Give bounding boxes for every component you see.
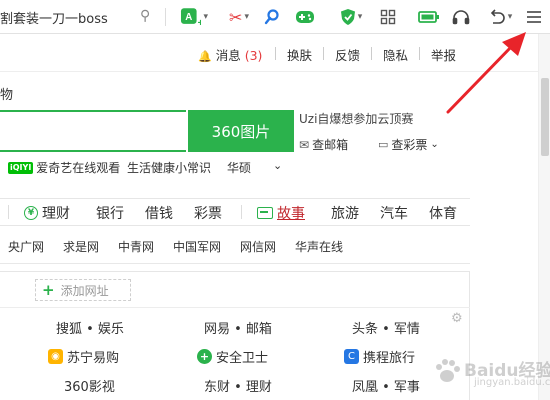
app-plus-icon[interactable]: A + ▾ <box>180 6 208 28</box>
report-link[interactable]: 举报 <box>431 45 456 64</box>
category-story-label: 故事 <box>277 206 305 222</box>
headphones-icon[interactable] <box>450 6 472 28</box>
skin-link[interactable]: 换肤 <box>287 45 312 64</box>
ctrip-icon: C <box>344 349 359 364</box>
search-button[interactable]: 360图片 <box>188 110 294 152</box>
category-finance[interactable]: ¥ 理财 <box>24 203 70 223</box>
hot-search-link[interactable]: Uzi自爆想参加云顶赛 <box>299 110 413 127</box>
plus-icon: + <box>42 280 55 299</box>
nav-entry[interactable]: 360影视 <box>64 376 115 395</box>
info-bar: 🔔 消息 (3) 换肤 反馈 隐私 举报 <box>0 34 538 72</box>
nav-entry-label: 苏宁易购 <box>67 351 120 366</box>
search-tab-label[interactable]: 物 <box>0 84 13 103</box>
gear-icon[interactable]: ⚙ <box>451 311 463 326</box>
nav-entry[interactable]: 东财 • 理财 <box>204 376 272 395</box>
add-link-label: 添加网址 <box>60 283 109 298</box>
nav-entry[interactable]: 网易 • 邮箱 <box>204 318 272 337</box>
add-link-button[interactable]: + 添加网址 <box>35 279 131 301</box>
chevron-down-icon[interactable]: ⌄ <box>273 159 282 172</box>
iqiyi-icon: iQIYI <box>8 161 34 174</box>
magnifier-icon[interactable] <box>262 6 282 28</box>
nav-entry-label: 安全卫士 <box>216 351 269 366</box>
category-story[interactable]: 故事 <box>257 203 305 223</box>
messages-label: 消息 <box>215 48 241 63</box>
category-sports[interactable]: 体育 <box>429 203 457 223</box>
divider <box>371 47 372 60</box>
coin-icon: ¥ <box>24 206 38 220</box>
site-link[interactable]: 中青网 <box>118 238 154 255</box>
health-tips-link[interactable]: 生活健康小常识 <box>127 159 211 176</box>
nav-entry[interactable]: 头条 • 军情 <box>352 318 420 337</box>
category-bank[interactable]: 银行 <box>96 203 124 223</box>
grid-icon[interactable] <box>378 6 398 28</box>
category-travel[interactable]: 旅游 <box>331 203 359 223</box>
guard-icon: + <box>197 349 212 364</box>
suning-icon: ◉ <box>48 349 63 364</box>
scissors-icon[interactable]: ✂ ▾ <box>222 6 256 28</box>
search-icon[interactable]: ⚲ <box>140 8 150 24</box>
gamepad-icon[interactable] <box>294 6 316 28</box>
toolbar-divider <box>165 8 166 26</box>
chevron-down-icon[interactable]: ⌄ <box>430 139 438 150</box>
mail-icon: ✉ <box>299 137 310 152</box>
nav-entry-suning[interactable]: ◉ 苏宁易购 <box>48 347 119 366</box>
vertical-scrollbar[interactable] <box>538 34 550 400</box>
story-icon <box>257 207 273 219</box>
site-link[interactable]: 中国军网 <box>173 238 221 255</box>
divider <box>275 47 276 60</box>
check-lottery-link[interactable]: ▭ 查彩票 ⌄ <box>378 136 439 153</box>
bell-icon: 🔔 <box>198 50 212 63</box>
messages-link[interactable]: 🔔 消息 (3) <box>198 45 262 64</box>
chevron-down-icon[interactable]: ▾ <box>358 12 363 22</box>
tab-title[interactable]: 割套装一刀一boss <box>0 8 108 27</box>
nav-entry-guard[interactable]: + 安全卫士 <box>197 347 268 366</box>
nav-entry-label: 携程旅行 <box>363 351 416 366</box>
watermark-logo: Baidu经验 jingyan.baidu.com <box>432 352 550 396</box>
iqiyi-label: 爱奇艺在线观看 <box>36 161 121 175</box>
divider <box>241 205 242 219</box>
search-input[interactable] <box>0 110 186 152</box>
divider <box>419 47 420 60</box>
chevron-down-icon[interactable]: ▾ <box>203 12 208 22</box>
site-link[interactable]: 华声在线 <box>295 238 343 255</box>
site-link[interactable]: 网信网 <box>240 238 276 255</box>
browser-toolbar: 割套装一刀一boss ⚲ A + ▾ ✂ ▾ ▾ ▾ <box>0 0 550 34</box>
check-mail-link[interactable]: ✉ 查邮箱 <box>299 136 348 153</box>
iqiyi-link[interactable]: iQIYI 爱奇艺在线观看 <box>8 159 120 176</box>
category-finance-label: 理财 <box>42 206 70 222</box>
category-car[interactable]: 汽车 <box>380 203 408 223</box>
category-lottery[interactable]: 彩票 <box>194 203 222 223</box>
privacy-link[interactable]: 隐私 <box>383 45 408 64</box>
chevron-down-icon[interactable]: ▾ <box>508 12 513 22</box>
site-link[interactable]: 央广网 <box>8 238 44 255</box>
paw-icon <box>436 359 460 382</box>
nav-entry-ctrip[interactable]: C 携程旅行 <box>344 347 415 366</box>
messages-count-badge: (3) <box>244 48 263 63</box>
nav-entry[interactable]: 凤凰 • 军事 <box>352 376 420 395</box>
divider <box>0 263 470 264</box>
undo-icon[interactable]: ▾ <box>484 6 516 28</box>
divider <box>323 47 324 60</box>
chevron-down-icon[interactable]: ▾ <box>244 12 249 22</box>
scrollbar-thumb[interactable] <box>541 78 549 156</box>
asus-link[interactable]: 华硕 <box>227 159 251 176</box>
battery-icon[interactable] <box>416 6 442 28</box>
svg-text:A: A <box>185 12 192 23</box>
ticket-icon: ▭ <box>378 138 389 151</box>
check-mail-label: 查邮箱 <box>312 138 349 152</box>
svg-text:+: + <box>198 18 202 27</box>
feedback-link[interactable]: 反馈 <box>335 45 360 64</box>
watermark-subtext: jingyan.baidu.com <box>474 377 550 388</box>
nav-entry[interactable]: 搜狐 • 娱乐 <box>56 318 124 337</box>
site-link[interactable]: 求是网 <box>63 238 99 255</box>
divider <box>8 205 9 219</box>
divider <box>0 307 470 308</box>
shield-icon[interactable]: ▾ <box>336 6 366 28</box>
category-loan[interactable]: 借钱 <box>145 203 173 223</box>
check-lottery-label: 查彩票 <box>391 138 428 152</box>
menu-icon[interactable] <box>524 6 544 28</box>
